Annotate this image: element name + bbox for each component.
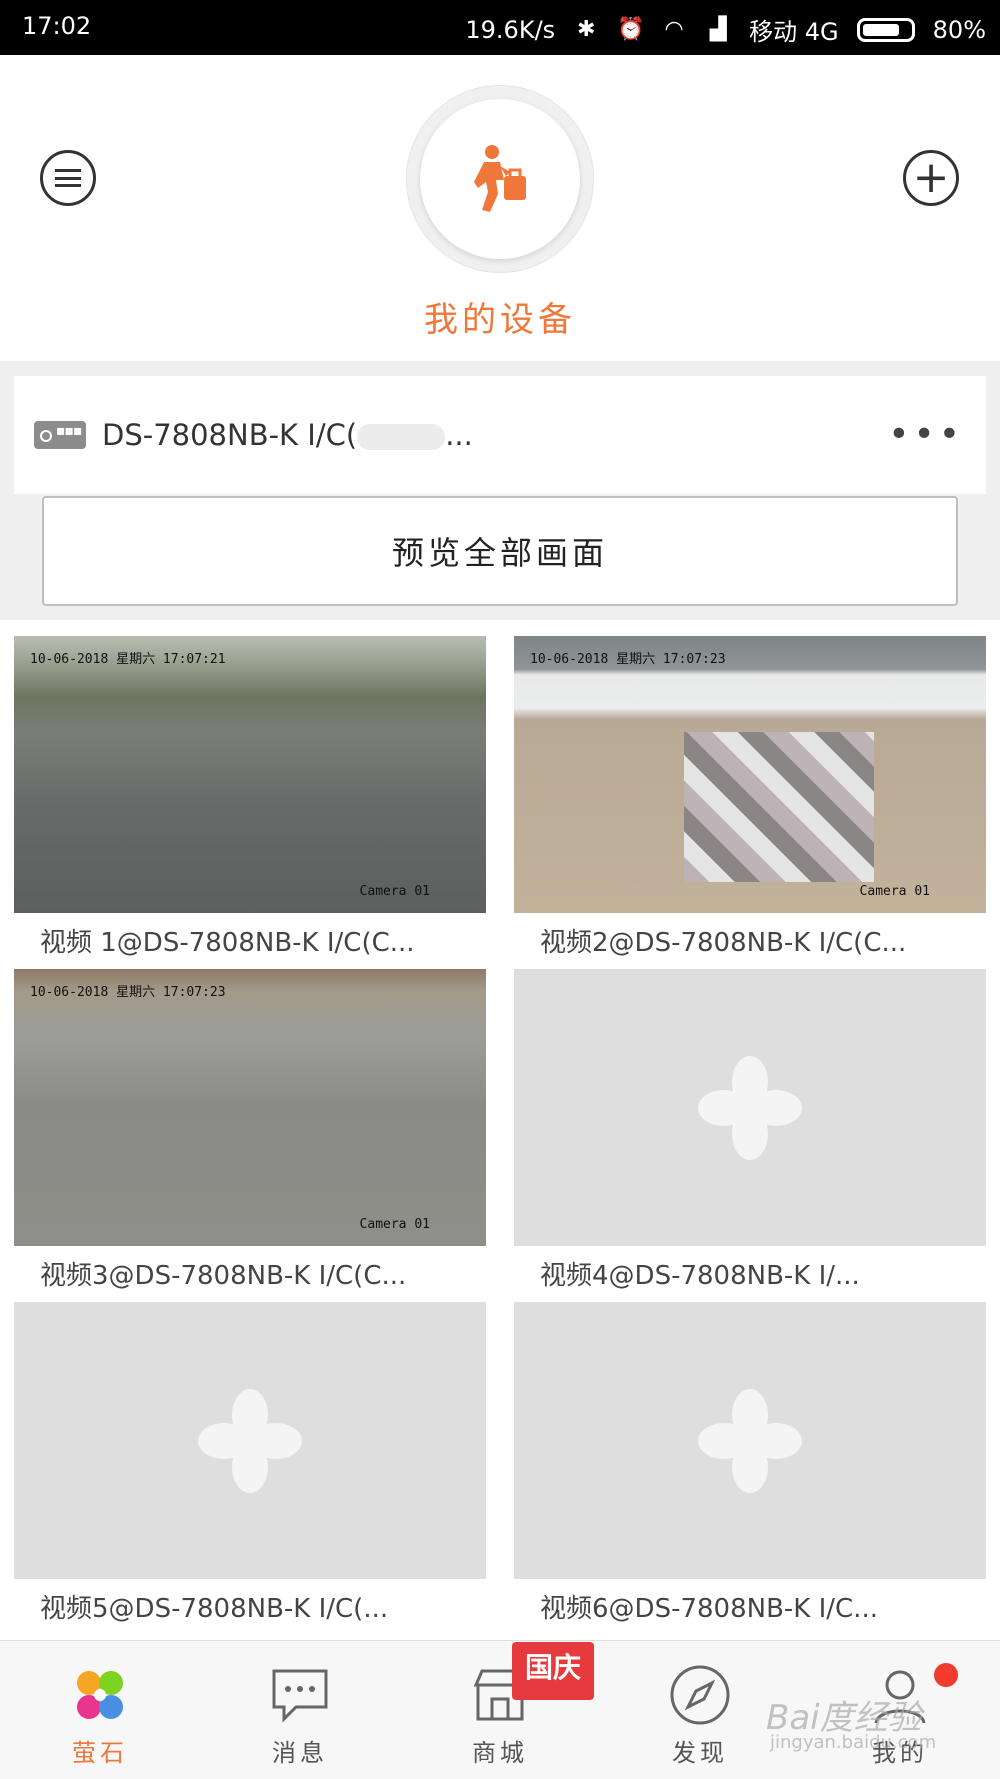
tab-ezviz[interactable]: 萤石: [40, 1663, 160, 1768]
battery-icon: [856, 17, 915, 42]
channel-caption: 视频2@DS-7808NB-K I/C(C...: [540, 928, 907, 958]
device-name: DS-7808NB-K I/C(...: [102, 418, 473, 452]
camera-snapshot[interactable]: 10-06-2018 星期六 17:07:21 Camera 01: [14, 636, 486, 913]
battery-percent: 80%: [932, 15, 986, 44]
notification-dot: [934, 1663, 958, 1687]
camera-snapshot[interactable]: 10-06-2018 星期六 17:07:23 Camera 01: [14, 969, 486, 1246]
device-name-text: DS-7808NB-K I/C(: [102, 418, 358, 452]
channel-caption: 视频6@DS-7808NB-K I/C...: [540, 1594, 878, 1624]
status-time: 17:02: [22, 12, 92, 40]
tab-label: 商城: [472, 1739, 528, 1767]
osd-timestamp: 10-06-2018 星期六 17:07:23: [530, 652, 726, 667]
header: + 我的设备: [0, 55, 1000, 361]
ezviz-placeholder-icon: [698, 1055, 802, 1160]
osd-camera-label: Camera 01: [359, 1217, 430, 1232]
network-speed: 19.6K/s: [465, 15, 556, 44]
channel-tile[interactable]: 10-06-2018 星期六 17:07:23 Camera 01 视频2@DS…: [514, 636, 986, 958]
channel-caption: 视频 1@DS-7808NB-K I/C(C...: [40, 928, 415, 958]
camera-placeholder[interactable]: [514, 1302, 986, 1579]
nvr-icon: [34, 421, 86, 449]
bluetooth-icon: ✱: [576, 16, 596, 42]
message-icon: [268, 1663, 332, 1727]
signal-icon: ▟: [709, 16, 727, 42]
status-bar: 17:02 19.6K/s ✱ ⏰ ◠ ▟ 移动 4G 80%: [0, 0, 1000, 55]
channel-tile[interactable]: 视频5@DS-7808NB-K I/C(...: [14, 1302, 486, 1624]
device-avatar[interactable]: [406, 85, 594, 273]
channel-tile[interactable]: 10-06-2018 星期六 17:07:23 Camera 01 视频3@DS…: [14, 969, 486, 1291]
preview-all-button[interactable]: 预览全部画面: [42, 496, 958, 606]
camera-placeholder[interactable]: [514, 969, 986, 1246]
device-avatar-inner: [420, 99, 580, 259]
tab-messages[interactable]: 消息: [240, 1663, 360, 1768]
tab-label: 发现: [672, 1739, 728, 1767]
ezviz-placeholder-icon: [198, 1388, 302, 1493]
osd-camera-label: Camera 01: [359, 884, 430, 899]
wifi-icon: ◠: [664, 16, 684, 42]
walking-person-icon: [474, 145, 526, 212]
device-card[interactable]: DS-7808NB-K I/C(... •••: [14, 376, 986, 494]
device-name-ellipsis: ...: [445, 418, 473, 452]
osd-camera-label: Camera 01: [859, 884, 930, 899]
plus-icon: +: [912, 152, 950, 203]
watermark-url: jingyan.baidu.com: [770, 1732, 937, 1753]
channel-tile[interactable]: 视频4@DS-7808NB-K I/...: [514, 969, 986, 1291]
osd-timestamp: 10-06-2018 星期六 17:07:23: [30, 985, 226, 1000]
compass-icon: [668, 1663, 732, 1727]
channel-caption: 视频3@DS-7808NB-K I/C(C...: [40, 1261, 407, 1291]
status-right: 19.6K/s ✱ ⏰ ◠ ▟ 移动 4G 80%: [465, 12, 986, 47]
pixelated-region: [684, 732, 874, 882]
channel-caption: 视频5@DS-7808NB-K I/C(...: [40, 1594, 389, 1624]
osd-timestamp: 10-06-2018 星期六 17:07:21: [30, 652, 226, 667]
camera-placeholder[interactable]: [14, 1302, 486, 1579]
channel-caption: 视频4@DS-7808NB-K I/...: [540, 1261, 860, 1291]
ezviz-logo-icon: [68, 1663, 132, 1727]
redacted-blur: [357, 424, 446, 450]
channel-tile[interactable]: 视频6@DS-7808NB-K I/C...: [514, 1302, 986, 1624]
camera-snapshot[interactable]: 10-06-2018 星期六 17:07:23 Camera 01: [514, 636, 986, 913]
tab-label: 萤石: [72, 1739, 128, 1767]
promo-tag[interactable]: 国庆: [512, 1642, 594, 1700]
more-options-button[interactable]: •••: [888, 414, 964, 455]
channel-tile[interactable]: 10-06-2018 星期六 17:07:21 Camera 01 视频 1@D…: [14, 636, 486, 958]
page-title: 我的设备: [424, 300, 576, 340]
tab-label: 消息: [272, 1739, 328, 1767]
menu-icon: [55, 169, 81, 187]
network-label: 移动 4G: [749, 18, 839, 46]
alarm-icon: ⏰: [617, 16, 645, 42]
add-device-button[interactable]: +: [903, 150, 959, 206]
tab-discover[interactable]: 发现: [640, 1663, 760, 1768]
menu-button[interactable]: [40, 150, 96, 206]
ezviz-placeholder-icon: [698, 1388, 802, 1493]
